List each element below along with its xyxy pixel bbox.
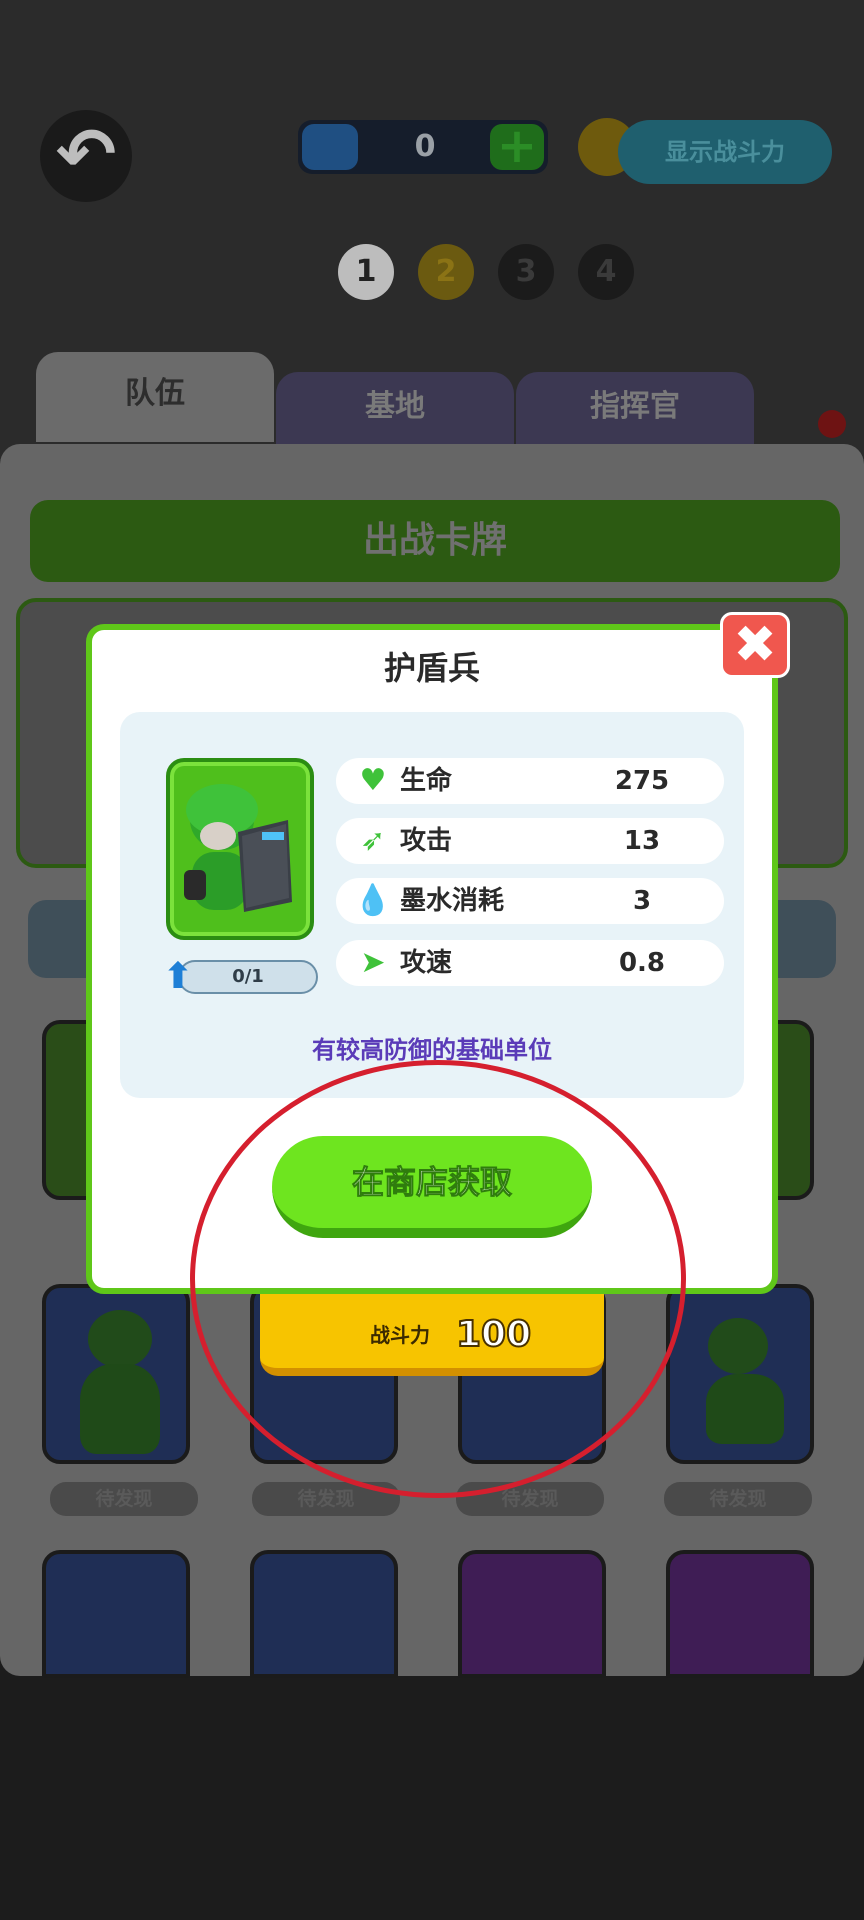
stat-name: 攻速 xyxy=(400,948,453,978)
close-button[interactable]: ✖ xyxy=(720,612,790,678)
back-button[interactable]: ↶ xyxy=(40,110,132,202)
deck-title: 出战卡牌 xyxy=(30,500,840,582)
unit-card[interactable] xyxy=(666,1550,814,1678)
unit-status: 待发现 xyxy=(50,1482,198,1516)
stage-2[interactable]: 2 xyxy=(418,244,474,300)
stat-row: ➶ 攻击 13 xyxy=(336,818,724,864)
unit-card[interactable] xyxy=(42,1550,190,1678)
currency-value: 0 xyxy=(414,129,436,164)
speed-icon: ➤ xyxy=(360,945,386,980)
notification-dot xyxy=(818,410,846,438)
stat-value: 275 xyxy=(614,766,670,796)
stat-row: ➤ 攻速 0.8 xyxy=(336,940,724,986)
add-currency-button[interactable]: + xyxy=(490,122,544,170)
stat-name: 攻击 xyxy=(400,826,453,856)
tab-team[interactable]: 队伍 xyxy=(36,352,274,442)
shield-soldier-icon xyxy=(184,784,292,912)
upgrade-arrow-icon: ⬆ xyxy=(162,956,194,997)
stage-3[interactable]: 3 xyxy=(498,244,554,300)
unit-card[interactable] xyxy=(666,1284,814,1464)
stat-value: 3 xyxy=(632,886,652,916)
unit-figure-icon xyxy=(88,1310,152,1368)
heart-icon: ♥ xyxy=(359,763,387,798)
ink-drop-icon: 💧 xyxy=(354,883,392,918)
stat-row: ♥ 生命 275 xyxy=(336,758,724,804)
bullet-icon: ➶ xyxy=(360,823,386,858)
stat-value: 13 xyxy=(623,826,661,856)
unit-card[interactable] xyxy=(42,1284,190,1464)
stat-row: 💧 墨水消耗 3 xyxy=(336,878,724,924)
unit-card[interactable] xyxy=(458,1550,606,1678)
stat-value: 0.8 xyxy=(618,948,666,978)
show-power-button[interactable]: 显示战斗力 xyxy=(618,120,832,184)
modal-title: 护盾兵 xyxy=(383,649,480,687)
unit-card[interactable] xyxy=(250,1550,398,1678)
unit-status: 待发现 xyxy=(664,1482,812,1516)
gem-icon xyxy=(302,124,358,170)
unit-figure-icon xyxy=(708,1318,768,1374)
unit-figure-body xyxy=(706,1374,784,1444)
stat-name: 墨水消耗 xyxy=(400,886,505,916)
level-progress: 0/1 xyxy=(178,960,318,994)
stage-1[interactable]: 1 xyxy=(338,244,394,300)
annotation-circle xyxy=(190,1060,686,1498)
unit-figure-body xyxy=(80,1364,160,1454)
stage-4[interactable]: 4 xyxy=(578,244,634,300)
stat-name: 生命 xyxy=(400,766,453,796)
unit-portrait xyxy=(166,758,314,940)
